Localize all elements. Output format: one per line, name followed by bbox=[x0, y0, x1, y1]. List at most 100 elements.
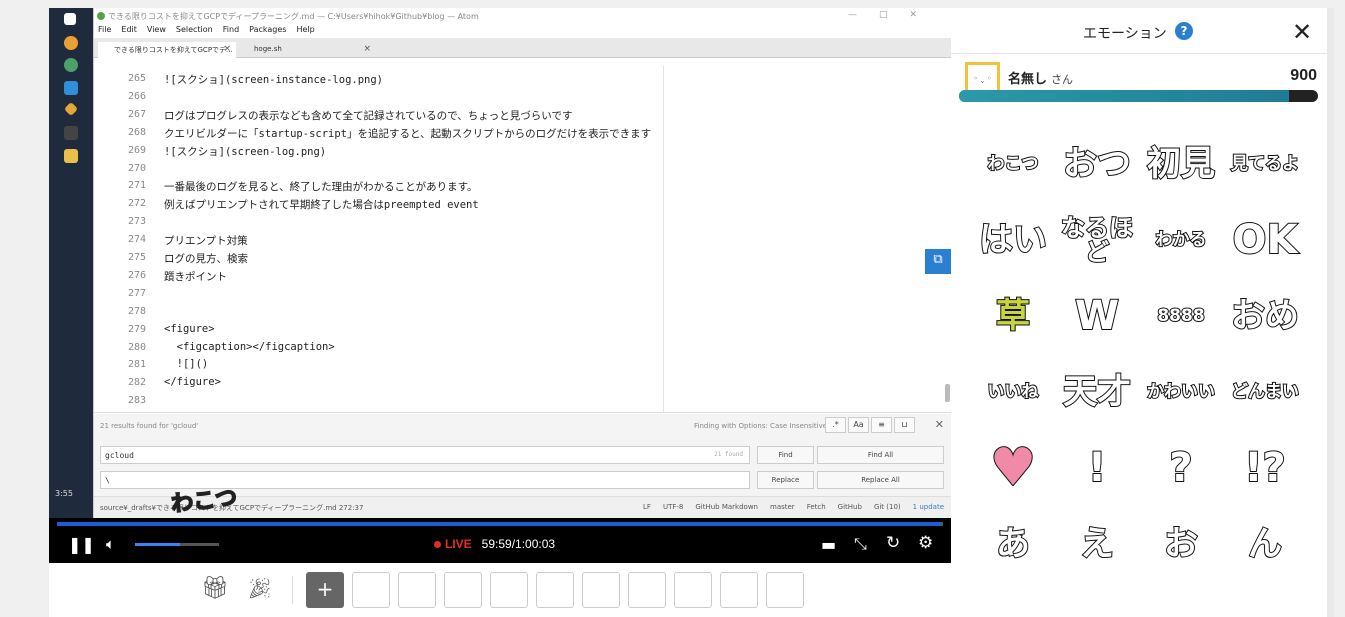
line-text: プリエンプト対策 bbox=[164, 235, 248, 248]
help-icon[interactable]: ? bbox=[1175, 22, 1193, 40]
line-number: 283 bbox=[127, 395, 146, 407]
line-text: ![]() bbox=[164, 358, 209, 371]
emotion-button[interactable]: どんまい bbox=[1223, 354, 1307, 430]
add-button[interactable]: + bbox=[306, 572, 344, 608]
emotion-button[interactable]: おつ bbox=[1055, 126, 1139, 202]
emotion-slot[interactable] bbox=[720, 572, 758, 608]
emotion-button[interactable]: いいね bbox=[971, 354, 1055, 430]
emotion-button[interactable]: ♥ bbox=[971, 430, 1055, 506]
find-results: 21 results found for 'gcloud' bbox=[100, 422, 199, 430]
emotion-points: 900 bbox=[1290, 67, 1317, 84]
status-line-ending: LF bbox=[643, 503, 651, 511]
emotion-button[interactable]: OK bbox=[1223, 202, 1307, 278]
editor-line: 278 bbox=[94, 303, 164, 321]
user-name: 名無し さん bbox=[1008, 68, 1073, 87]
find-option-buttons: .* Aa ≡ ⊔ bbox=[825, 417, 915, 433]
gear-icon[interactable]: ⚙ bbox=[918, 533, 933, 553]
chrome-icon bbox=[64, 36, 78, 50]
emotion-slot[interactable] bbox=[536, 572, 574, 608]
emotion-button[interactable]: わこつ bbox=[971, 126, 1055, 202]
picture-in-picture-icon: ⧉ bbox=[933, 252, 943, 267]
line-number: 272 bbox=[127, 198, 146, 210]
seek-bar[interactable] bbox=[57, 522, 943, 526]
emotion-button[interactable]: え bbox=[1055, 506, 1139, 582]
emotion-slot[interactable] bbox=[444, 572, 482, 608]
sketch-icon bbox=[63, 101, 79, 117]
atom-title: できる限りコストを抑えてGCPでディープラーニング.md — C:¥Users¥… bbox=[108, 12, 479, 21]
emotion-slot[interactable] bbox=[490, 572, 528, 608]
app-icon bbox=[64, 58, 78, 72]
comment-icon[interactable]: ▬ bbox=[821, 535, 836, 554]
bottom-toolbar: 🎁︎ 🎉︎ + bbox=[49, 563, 951, 617]
close-icon: × bbox=[363, 44, 371, 54]
line-text: ログはプログレスの表示なども含めて全て記録されているので、ちょっと見づらいです bbox=[164, 109, 573, 122]
pause-icon[interactable]: ❚❚ bbox=[68, 535, 95, 554]
line-text: クエリビルダーに「startup-script」を追記すると、起動スクリプトから… bbox=[164, 127, 652, 140]
word-option: ⊔ bbox=[894, 417, 915, 433]
emotion-button[interactable]: なるほど bbox=[1055, 202, 1139, 278]
emotion-button[interactable]: ? bbox=[1139, 430, 1223, 506]
emotion-button[interactable]: 天才 bbox=[1055, 354, 1139, 430]
emotion-slot[interactable] bbox=[582, 572, 620, 608]
emotion-button[interactable]: おめ bbox=[1223, 278, 1307, 354]
line-text: <figcaption></figcaption> bbox=[164, 340, 335, 353]
emotion-slot[interactable] bbox=[766, 572, 804, 608]
page-scrollbar[interactable] bbox=[1327, 8, 1334, 617]
editor-line: 267 ログはプログレスの表示なども含めて全て記録されているので、ちょっと見づらい… bbox=[94, 106, 573, 124]
status-git: Git (10) bbox=[873, 503, 901, 511]
close-icon[interactable]: ✕ bbox=[1292, 18, 1312, 46]
status-branch: master bbox=[770, 503, 795, 511]
emotion-button[interactable]: わかる bbox=[1139, 202, 1223, 278]
volume-slider-fill bbox=[135, 543, 180, 546]
status-items: LF UTF-8 GitHub Markdown master Fetch Gi… bbox=[643, 503, 944, 511]
editor-line: 282 </figure> bbox=[94, 374, 221, 392]
emotion-slot[interactable] bbox=[352, 572, 390, 608]
menu-find: Find bbox=[222, 25, 240, 34]
toolbar-divider bbox=[292, 576, 293, 604]
emotion-button[interactable]: かわいい bbox=[1139, 354, 1223, 430]
volume-slider[interactable] bbox=[135, 543, 219, 546]
points-gauge-fill bbox=[959, 90, 1290, 102]
emotion-button[interactable]: ! bbox=[1055, 430, 1139, 506]
emotion-button[interactable]: 初見 bbox=[1139, 126, 1223, 202]
overlay-emotion: わこつ bbox=[169, 485, 239, 518]
menu-selection: Selection bbox=[175, 25, 213, 34]
editor-line: 268 クエリビルダーに「startup-script」を追記すると、起動スクリプ… bbox=[94, 124, 651, 142]
emotion-slot[interactable] bbox=[398, 572, 436, 608]
party-popper-icon[interactable]: 🎉︎ bbox=[247, 576, 272, 600]
reload-icon[interactable]: ↻ bbox=[886, 533, 900, 553]
atom-logo-icon bbox=[97, 12, 105, 20]
emotion-button[interactable]: W bbox=[1055, 278, 1139, 354]
find-input: gcloud 21 found bbox=[100, 446, 750, 464]
gift-icon[interactable]: 🎁︎ bbox=[201, 576, 229, 601]
editor-line: 266 bbox=[94, 88, 164, 106]
emotion-button[interactable]: 見てるよ bbox=[1223, 126, 1307, 202]
tab-label: hoge.sh bbox=[254, 45, 282, 53]
windows-taskbar: 3:55 bbox=[49, 8, 93, 518]
emotion-button[interactable]: !? bbox=[1223, 430, 1307, 506]
emotion-button[interactable]: お bbox=[1139, 506, 1223, 582]
line-number: 276 bbox=[127, 269, 146, 281]
video-screen[interactable]: 3:55 できる限りコストを抑えてGCPでディープラーニング.md — C:¥U… bbox=[49, 8, 951, 518]
video-player[interactable]: 3:55 できる限りコストを抑えてGCPでディープラーニング.md — C:¥U… bbox=[49, 8, 951, 563]
find-count: 21 found bbox=[714, 451, 743, 458]
line-number: 275 bbox=[127, 252, 146, 263]
fullscreen-icon[interactable]: ⤡ bbox=[854, 534, 867, 554]
emotion-button[interactable]: あ bbox=[971, 506, 1055, 582]
pip-button[interactable]: ⧉ bbox=[925, 249, 951, 274]
panel-header: エモーション ? ✕ bbox=[951, 8, 1327, 54]
status-grammar: GitHub Markdown bbox=[695, 503, 758, 511]
emotion-slot[interactable] bbox=[674, 572, 712, 608]
editor-line: 283 bbox=[94, 392, 164, 410]
line-number: 280 bbox=[127, 341, 146, 353]
emotion-slot[interactable] bbox=[628, 572, 666, 608]
emotion-button[interactable]: はい bbox=[971, 202, 1055, 278]
status-fetch: Fetch bbox=[806, 503, 826, 511]
emotion-button[interactable]: 8888 bbox=[1139, 278, 1223, 354]
live-dot bbox=[434, 540, 441, 548]
volume-icon[interactable]: 🔈︎ bbox=[106, 535, 115, 553]
editor-line: 271 一番最後のログを見ると、終了した理由がわかることがあります。 bbox=[94, 177, 478, 195]
line-number: 267 bbox=[127, 108, 146, 120]
emotion-button[interactable]: ん bbox=[1223, 506, 1307, 582]
emotion-button[interactable]: 草 bbox=[971, 278, 1055, 354]
